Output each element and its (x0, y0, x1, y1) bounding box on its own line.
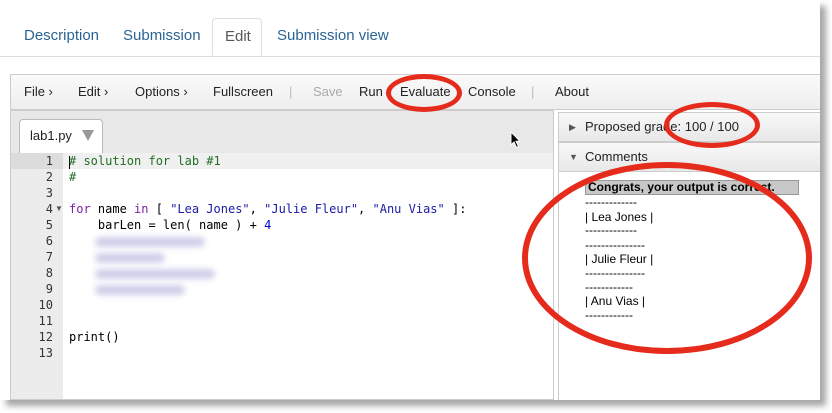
string-literal: "Anu Vias" (372, 202, 445, 216)
line-number: 1 (45, 154, 53, 168)
save-button[interactable]: Save (313, 75, 343, 109)
line-number: 2 (45, 170, 53, 184)
line-number: 5 (45, 218, 53, 232)
top-tabs: Description Submission Edit Submission v… (0, 0, 820, 57)
code-text: name (90, 202, 135, 216)
string-literal: "Lea Jones" (170, 202, 250, 216)
expand-triangle-icon: ▶ (569, 122, 576, 132)
number-literal: 4 (264, 218, 272, 232)
tab-description[interactable]: Description (12, 18, 111, 56)
code-line-1: # solution for lab #1 (69, 154, 221, 168)
code-text: [ (148, 202, 171, 216)
mouse-pointer-icon (510, 131, 522, 149)
line-number: 8 (45, 266, 53, 280)
menu-options[interactable]: Options › (135, 75, 188, 109)
page: Description Submission Edit Submission v… (0, 0, 820, 400)
console-button[interactable]: Console (468, 75, 516, 109)
file-tab-bar: lab1.py (11, 111, 553, 154)
blurred-code (95, 269, 215, 279)
keyword: in (134, 202, 149, 216)
code-line-5: barLen = len( name ) + 4 (69, 217, 271, 233)
menu-separator: | (289, 84, 293, 99)
code-text: barLen = len( name ) + (69, 218, 265, 232)
line-number: 13 (38, 346, 53, 360)
line-number: 12 (38, 330, 53, 344)
blurred-code (95, 285, 185, 295)
menu-edit[interactable]: Edit › (78, 75, 108, 109)
keyword: for (69, 202, 91, 216)
code-line-12: print() (69, 330, 120, 344)
about-button[interactable]: About (555, 75, 589, 109)
menu-file[interactable]: File › (24, 75, 53, 109)
line-number: 9 (45, 282, 53, 296)
fold-arrow-icon[interactable]: ▼ (55, 201, 63, 217)
tab-submission-view[interactable]: Submission view (265, 18, 401, 56)
blurred-code (95, 253, 165, 263)
blurred-code (95, 237, 205, 247)
code-line-4: for name in [ "Lea Jones", "Julie Fleur"… (69, 201, 466, 217)
file-tab-label: lab1.py (30, 128, 72, 143)
line-number: 7 (45, 250, 53, 264)
line-number: 10 (38, 298, 53, 312)
code-text: , (358, 202, 373, 216)
file-tab-lab1[interactable]: lab1.py (19, 119, 103, 153)
line-number: 6 (45, 234, 53, 248)
run-button[interactable]: Run (359, 75, 383, 109)
code-editor[interactable]: lab1.py 1 2 3 4 ▼ 5 6 7 8 9 10 11 12 13 … (10, 110, 554, 400)
code-text: ]: (444, 202, 467, 216)
annotation-circle-grade (664, 102, 760, 148)
triangle-down-icon[interactable] (82, 130, 94, 141)
code-text: , (249, 202, 265, 216)
collapse-triangle-icon: ▼ (569, 152, 578, 162)
annotation-circle-evaluate (386, 74, 462, 112)
tab-edit[interactable]: Edit (212, 18, 262, 56)
line-number: 11 (38, 314, 53, 328)
line-number: 4 (45, 202, 53, 216)
line-gutter: 1 2 3 4 ▼ 5 6 7 8 9 10 11 12 13 (11, 153, 63, 399)
string-literal: "Julie Fleur" (264, 202, 359, 216)
tab-submission[interactable]: Submission (111, 18, 213, 56)
code-line-2: # (69, 170, 77, 184)
menu-separator: | (531, 84, 535, 99)
line-number: 3 (45, 186, 53, 200)
menu-fullscreen[interactable]: Fullscreen (213, 75, 273, 109)
annotation-circle-output (522, 162, 812, 354)
